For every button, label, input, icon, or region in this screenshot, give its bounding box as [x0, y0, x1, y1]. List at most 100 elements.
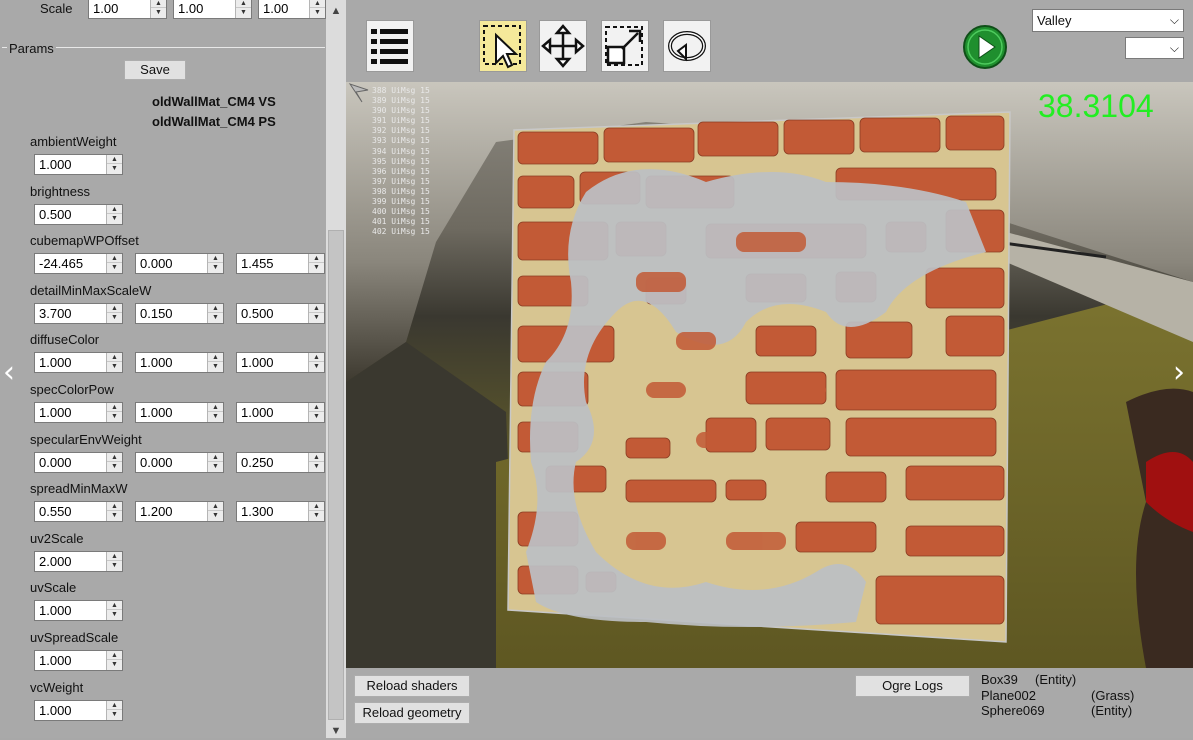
- param-value-spinner[interactable]: 1.000 ▲ ▼: [135, 352, 224, 373]
- spinner-arrows[interactable]: ▲ ▼: [207, 453, 223, 472]
- param-label: spreadMinMaxW: [30, 481, 128, 496]
- param-value-spinner[interactable]: 0.000 ▲ ▼: [34, 452, 123, 473]
- param-value-spinner[interactable]: 2.000 ▲ ▼: [34, 551, 123, 572]
- spinner-arrows[interactable]: ▲ ▼: [308, 403, 324, 422]
- param-value-spinner[interactable]: 1.000 ▲ ▼: [34, 650, 123, 671]
- scale-y-spinner[interactable]: 1.00 ▲ ▼: [173, 0, 252, 19]
- select-tool-button[interactable]: [479, 20, 527, 72]
- param-value-spinner[interactable]: 0.500 ▲ ▼: [34, 204, 123, 225]
- param-value-spinner[interactable]: 1.000 ▲ ▼: [34, 402, 123, 423]
- play-icon: [963, 25, 1007, 69]
- prev-arrow-icon[interactable]: ‹: [3, 355, 15, 390]
- param-value-spinner[interactable]: 1.300 ▲ ▼: [236, 501, 325, 522]
- spinner-arrows[interactable]: ▲ ▼: [106, 453, 122, 472]
- log-line: 402 UiMsg 15: [372, 227, 430, 237]
- param-value-spinner[interactable]: 1.000 ▲ ▼: [135, 402, 224, 423]
- spinner-arrows[interactable]: ▲ ▼: [308, 453, 324, 472]
- list-button[interactable]: [366, 20, 414, 72]
- log-line: 391 UiMsg 15: [372, 116, 430, 126]
- param-value-spinner[interactable]: 1.000 ▲ ▼: [34, 154, 123, 175]
- param-value-spinner[interactable]: 0.000 ▲ ▼: [135, 452, 224, 473]
- spinner-arrows[interactable]: ▲ ▼: [106, 403, 122, 422]
- spinner-arrows[interactable]: ▲ ▼: [106, 651, 122, 670]
- spinner-arrows[interactable]: ▲ ▼: [308, 254, 324, 273]
- spinner-arrows[interactable]: ▲ ▼: [106, 701, 122, 720]
- move-tool-button[interactable]: [539, 20, 587, 72]
- spinner-arrows[interactable]: ▲ ▼: [106, 353, 122, 372]
- chevron-down-icon: ⌵: [1169, 41, 1179, 55]
- bottom-bar: Reload shaders Reload geometry Ogre Logs…: [346, 668, 1193, 738]
- spinner-arrows[interactable]: ▲ ▼: [106, 304, 122, 323]
- param-value-spinner[interactable]: 1.000 ▲ ▼: [34, 352, 123, 373]
- log-line: 397 UiMsg 15: [372, 176, 430, 186]
- scale-z-spinner[interactable]: 1.00 ▲ ▼: [258, 0, 326, 19]
- spinner-arrows[interactable]: ▲ ▼: [207, 254, 223, 273]
- param-value-spinner[interactable]: 3.700 ▲ ▼: [34, 303, 123, 324]
- param-label: specularEnvWeight: [30, 432, 142, 447]
- scene-render: [346, 82, 1193, 668]
- move-icon: [541, 24, 585, 68]
- spinner-arrows[interactable]: ▲ ▼: [308, 502, 324, 521]
- params-group-title: Params: [7, 41, 56, 56]
- param-label: brightness: [30, 184, 90, 199]
- param-label: uv2Scale: [30, 531, 84, 546]
- param-label: uvScale: [30, 580, 77, 595]
- message-log: 388 UiMsg 15 389 UiMsg 15 390 UiMsg 15 391 …: [372, 86, 430, 237]
- param-label: specColorPow: [30, 382, 114, 397]
- param-value-spinner[interactable]: 0.500 ▲ ▼: [236, 303, 325, 324]
- save-button[interactable]: Save: [124, 60, 186, 80]
- spinner-arrows[interactable]: ▲ ▼: [308, 353, 324, 372]
- spinner-arrows[interactable]: ▲ ▼: [207, 502, 223, 521]
- rotate-icon: [668, 31, 706, 62]
- param-value-spinner[interactable]: 1.200 ▲ ▼: [135, 501, 224, 522]
- spinner-arrows[interactable]: ▲ ▼: [106, 552, 122, 571]
- param-value-spinner[interactable]: 0.150 ▲ ▼: [135, 303, 224, 324]
- param-value-spinner[interactable]: 1.000 ▲ ▼: [34, 600, 123, 621]
- param-label: diffuseColor: [30, 332, 100, 347]
- param-value-spinner[interactable]: 1.000 ▲ ▼: [236, 402, 325, 423]
- spinner-arrows[interactable]: ▲ ▼: [106, 155, 122, 174]
- log-line: 388 UiMsg 15: [372, 86, 430, 95]
- rotate-tool-button[interactable]: [663, 20, 711, 72]
- param-value-spinner[interactable]: 1.000 ▲ ▼: [34, 700, 123, 721]
- scale-icon: [605, 26, 643, 66]
- spinner-arrows[interactable]: ▲ ▼: [106, 601, 122, 620]
- spinner-arrows[interactable]: ▲ ▼: [308, 304, 324, 323]
- scrollbar-thumb[interactable]: [328, 230, 344, 720]
- 3d-viewport[interactable]: 388 UiMsg 15 389 UiMsg 15 390 UiMsg 15 391 …: [346, 82, 1193, 668]
- next-arrow-icon[interactable]: ›: [1173, 355, 1185, 390]
- scroll-down-arrow[interactable]: ▼: [326, 722, 346, 740]
- param-label: vcWeight: [30, 680, 84, 695]
- param-value-spinner[interactable]: 0.250 ▲ ▼: [236, 452, 325, 473]
- scene-select[interactable]: Valley ⌵: [1032, 9, 1184, 32]
- viewport-toolbar: Valley ⌵ ⌵: [346, 0, 1193, 82]
- param-label: ambientWeight: [30, 134, 117, 149]
- param-label: detailMinMaxScaleW: [30, 283, 152, 298]
- list-icon: [371, 29, 408, 64]
- spinner-arrows[interactable]: ▲ ▼: [106, 205, 122, 224]
- param-value-spinner[interactable]: -24.465 ▲ ▼: [34, 253, 123, 274]
- scale-x-spinner[interactable]: 1.00 ▲ ▼: [88, 0, 167, 19]
- shader-vs-name: oldWallMat_CM4 VS: [152, 94, 276, 109]
- spinner-arrows[interactable]: ▲ ▼: [207, 304, 223, 323]
- scroll-up-arrow[interactable]: ▲: [326, 2, 346, 20]
- log-line: 399 UiMsg 15: [372, 197, 430, 207]
- properties-panel: Scale 1.00 ▲ ▼ 1.00 ▲ ▼ 1.00 ▲ ▼ Params Sav…: [0, 0, 346, 738]
- entity-list[interactable]: Box39 (Entity) Plane002 (Grass) Sphere06…: [979, 668, 1193, 738]
- play-button[interactable]: [963, 22, 1007, 72]
- spinner-arrows[interactable]: ▲ ▼: [106, 254, 122, 273]
- shader-ps-name: oldWallMat_CM4 PS: [152, 114, 276, 129]
- param-value-spinner[interactable]: 1.455 ▲ ▼: [236, 253, 325, 274]
- spinner-arrows[interactable]: ▲ ▼: [106, 502, 122, 521]
- reload-geometry-button[interactable]: Reload geometry: [354, 702, 470, 724]
- param-value-spinner[interactable]: 1.000 ▲ ▼: [236, 352, 325, 373]
- ogre-logs-button[interactable]: Ogre Logs: [855, 675, 970, 697]
- param-value-spinner[interactable]: 0.000 ▲ ▼: [135, 253, 224, 274]
- log-line: 401 UiMsg 15: [372, 217, 430, 227]
- scale-tool-button[interactable]: [601, 20, 649, 72]
- param-value-spinner[interactable]: 0.550 ▲ ▼: [34, 501, 123, 522]
- spinner-arrows[interactable]: ▲ ▼: [207, 403, 223, 422]
- secondary-select[interactable]: ⌵: [1125, 37, 1184, 59]
- reload-shaders-button[interactable]: Reload shaders: [354, 675, 470, 697]
- spinner-arrows[interactable]: ▲ ▼: [207, 353, 223, 372]
